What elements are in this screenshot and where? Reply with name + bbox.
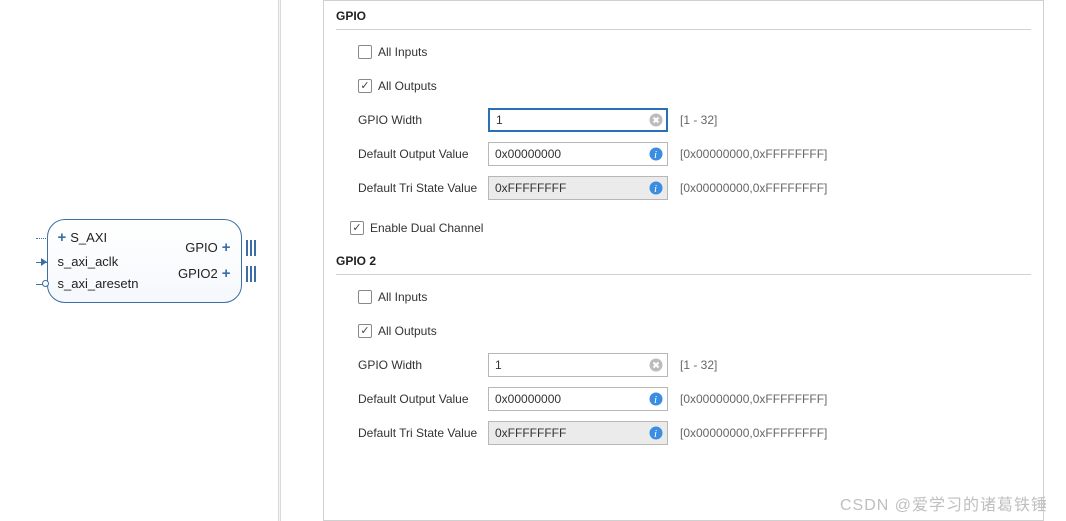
ip-block: + S_AXI s_axi_aclk s_axi_aresetn GPIO + bbox=[47, 219, 242, 303]
all-outputs2-checkbox[interactable]: All Outputs bbox=[358, 324, 437, 338]
label-default-tristate: Default Tri State Value bbox=[358, 181, 488, 195]
bus-icon bbox=[246, 240, 256, 256]
hint-default-tristate2: [0x00000000,0xFFFFFFFF] bbox=[680, 426, 827, 440]
checkbox-icon bbox=[358, 45, 372, 59]
gpio-width-input[interactable] bbox=[488, 108, 668, 132]
default-output-input[interactable] bbox=[488, 142, 668, 166]
default-tristate2-input bbox=[488, 421, 668, 445]
label-default-tristate2: Default Tri State Value bbox=[358, 426, 488, 440]
expand-icon[interactable]: + bbox=[222, 266, 231, 281]
checkbox-label: All Inputs bbox=[378, 45, 427, 59]
all-inputs-checkbox[interactable]: All Inputs bbox=[358, 45, 427, 59]
default-output2-input[interactable] bbox=[488, 387, 668, 411]
divider bbox=[336, 29, 1031, 30]
port-label: S_AXI bbox=[70, 230, 107, 245]
expand-icon[interactable]: + bbox=[58, 230, 67, 245]
enable-dual-checkbox[interactable]: Enable Dual Channel bbox=[350, 221, 483, 235]
port-label: GPIO bbox=[185, 240, 218, 255]
port-s-axi: + S_AXI bbox=[58, 230, 108, 245]
ip-preview-pane: + S_AXI s_axi_aclk s_axi_aresetn GPIO + bbox=[0, 0, 278, 521]
expand-icon[interactable]: + bbox=[222, 240, 231, 255]
port-label: s_axi_aclk bbox=[58, 254, 119, 269]
label-default-output: Default Output Value bbox=[358, 147, 488, 161]
hint-default-output2: [0x00000000,0xFFFFFFFF] bbox=[680, 392, 827, 406]
default-tristate-input bbox=[488, 176, 668, 200]
bus-icon bbox=[246, 266, 256, 282]
all-outputs-checkbox[interactable]: All Outputs bbox=[358, 79, 437, 93]
checkbox-icon bbox=[358, 290, 372, 304]
hint-default-tristate: [0x00000000,0xFFFFFFFF] bbox=[680, 181, 827, 195]
checkbox-icon bbox=[358, 79, 372, 93]
checkbox-label: All Inputs bbox=[378, 290, 427, 304]
label-gpio-width: GPIO Width bbox=[358, 113, 488, 127]
hint-gpio2-width: [1 - 32] bbox=[680, 358, 717, 372]
checkbox-label: Enable Dual Channel bbox=[370, 221, 483, 235]
divider bbox=[336, 274, 1031, 275]
section-title-gpio2: GPIO 2 bbox=[336, 254, 1031, 272]
hint-default-output: [0x00000000,0xFFFFFFFF] bbox=[680, 147, 827, 161]
port-gpio: GPIO + bbox=[185, 240, 230, 255]
all-inputs2-checkbox[interactable]: All Inputs bbox=[358, 290, 427, 304]
port-s-axi-aresetn: s_axi_aresetn bbox=[58, 276, 139, 291]
port-s-axi-aclk: s_axi_aclk bbox=[58, 254, 119, 269]
port-label: s_axi_aresetn bbox=[58, 276, 139, 291]
checkbox-label: All Outputs bbox=[378, 79, 437, 93]
checkbox-label: All Outputs bbox=[378, 324, 437, 338]
hint-gpio-width: [1 - 32] bbox=[680, 113, 717, 127]
port-gpio2: GPIO2 + bbox=[178, 266, 231, 281]
label-gpio2-width: GPIO Width bbox=[358, 358, 488, 372]
gpio2-width-input[interactable] bbox=[488, 353, 668, 377]
label-default-output2: Default Output Value bbox=[358, 392, 488, 406]
section-title-gpio: GPIO bbox=[336, 9, 1031, 27]
port-label: GPIO2 bbox=[178, 266, 218, 281]
checkbox-icon bbox=[358, 324, 372, 338]
checkbox-icon bbox=[350, 221, 364, 235]
config-pane: GPIO All Inputs All Outputs GPIO Width bbox=[281, 0, 1066, 521]
